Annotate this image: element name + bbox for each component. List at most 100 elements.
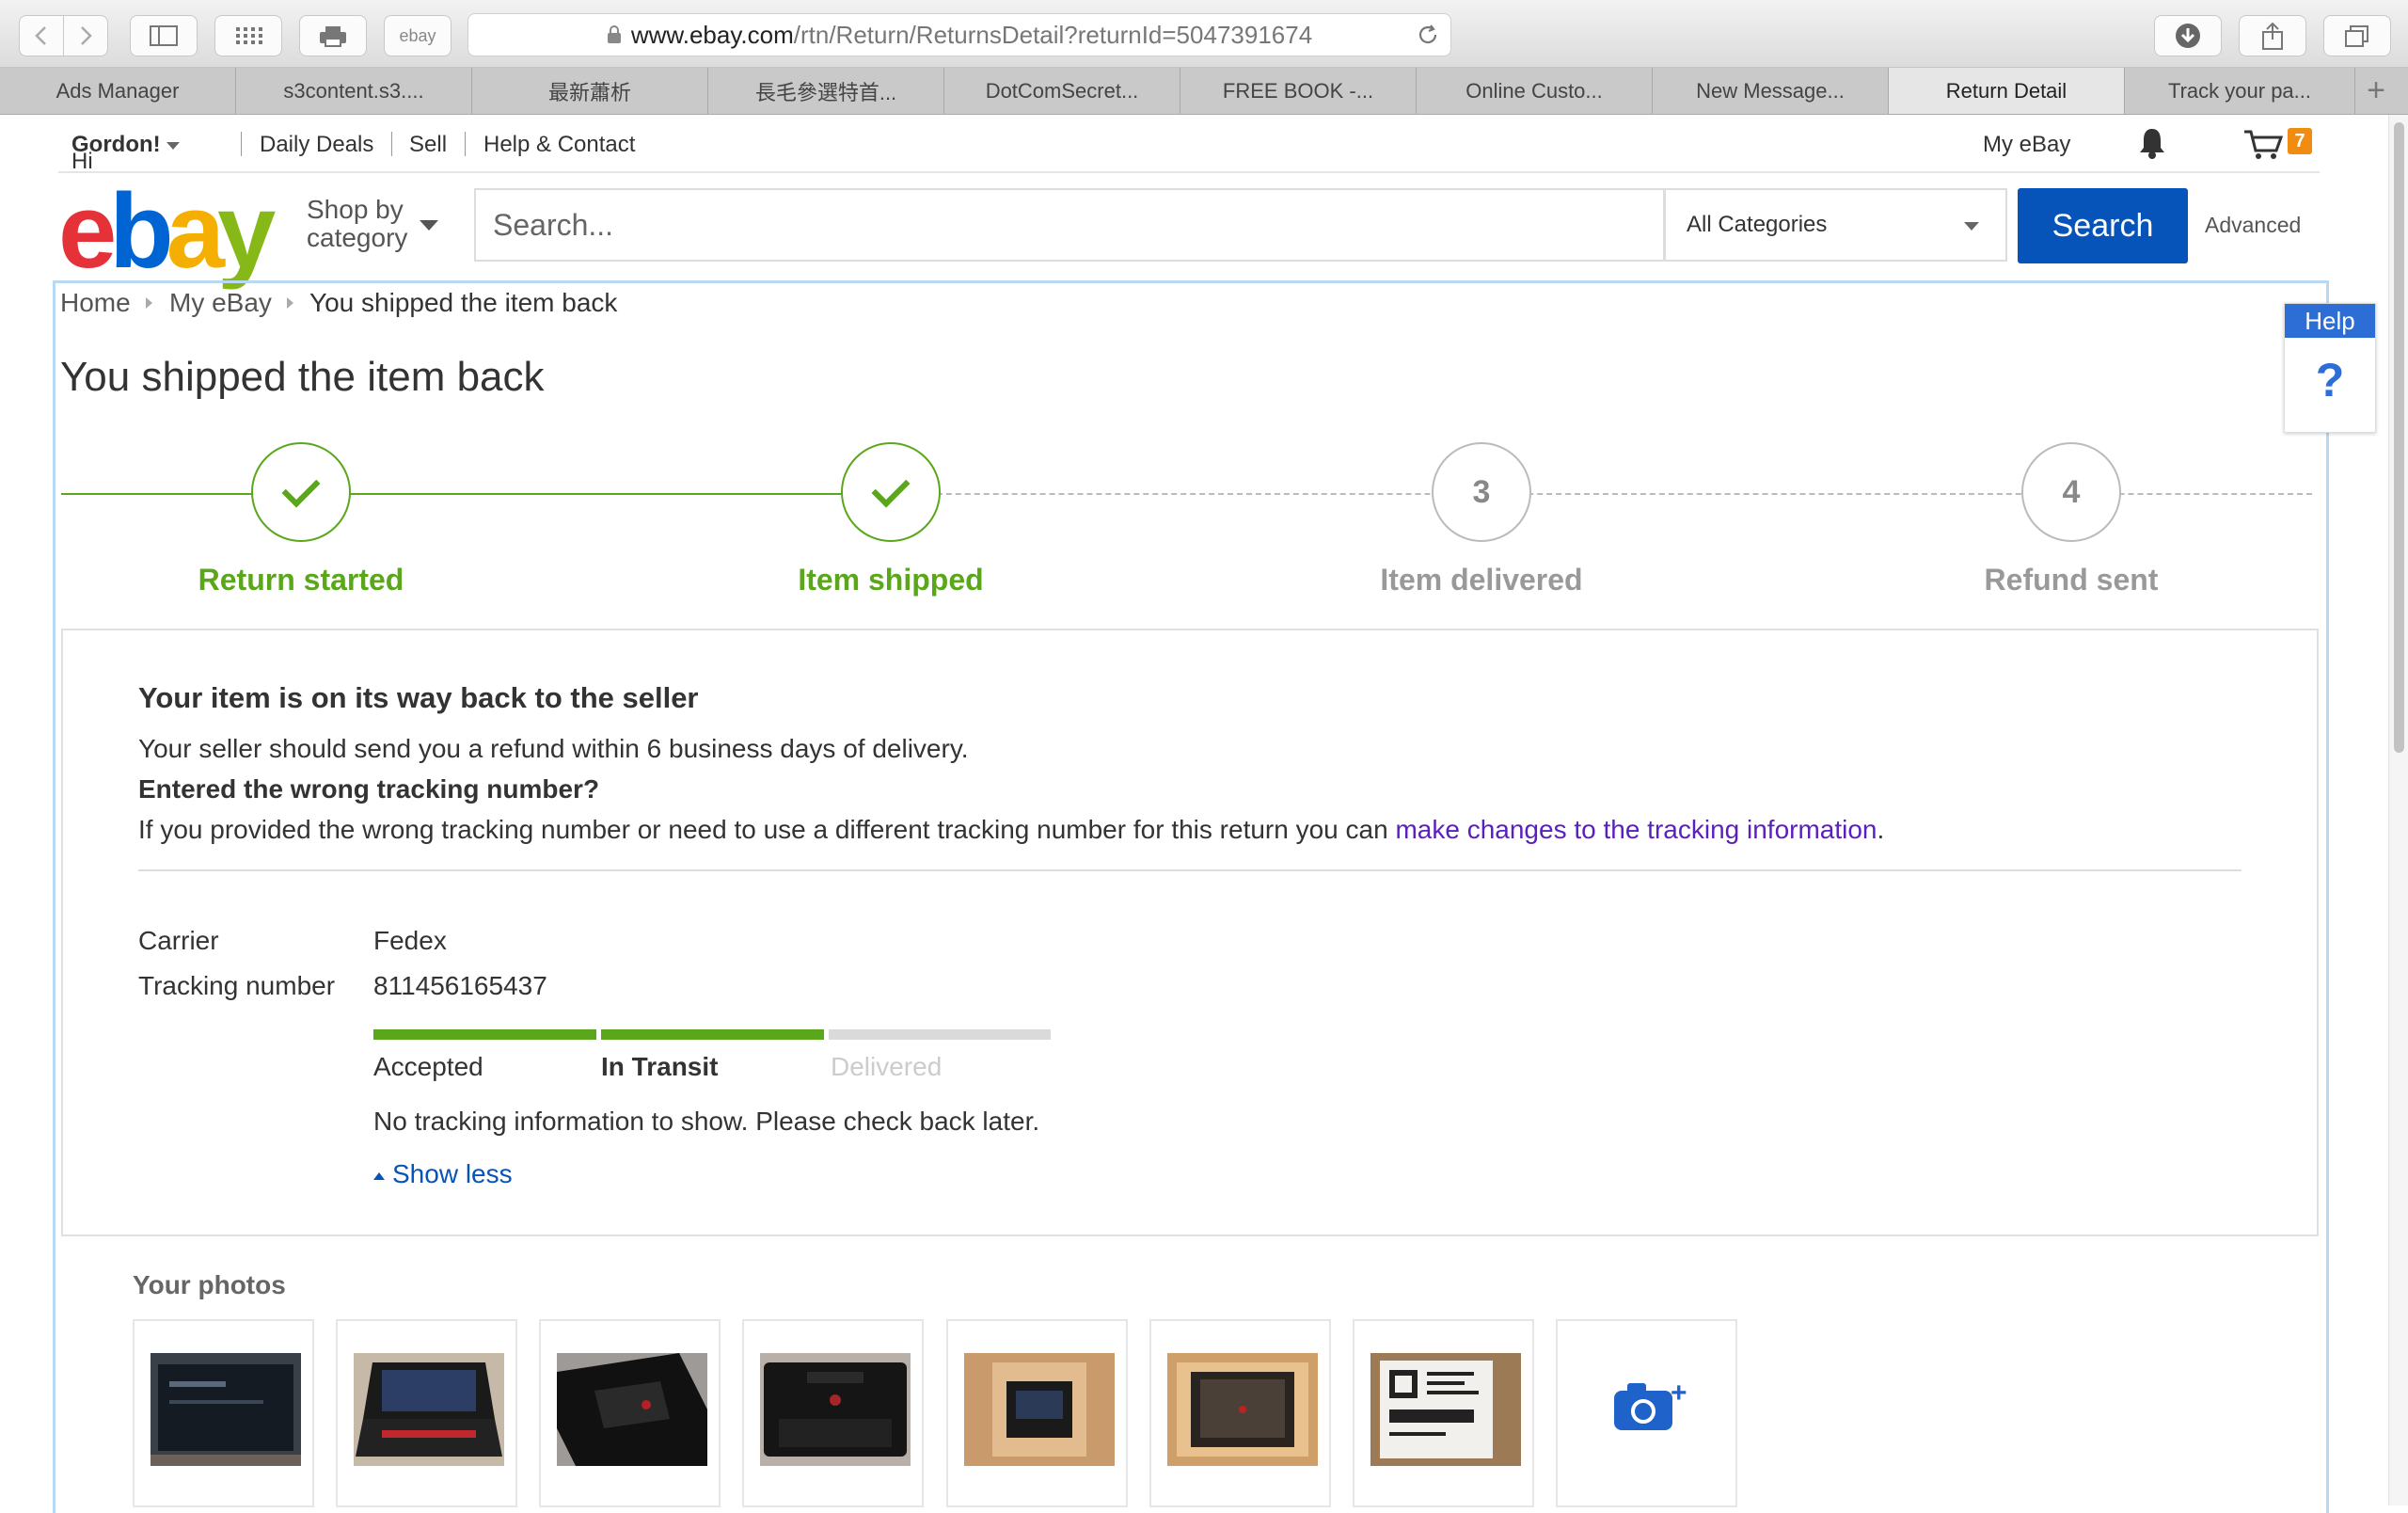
refund-note: Your seller should send you a refund wit… (138, 734, 969, 763)
tracking-value: 811456165437 (373, 971, 547, 1000)
photo-thumbnail (964, 1353, 1115, 1466)
new-tab-button[interactable]: + (2355, 68, 2397, 114)
grid-icon (236, 27, 262, 44)
shop-by-category-button[interactable]: Shop by category (307, 196, 407, 252)
logo-letter: y (217, 172, 276, 290)
tab-label: FREE BOOK -... (1222, 78, 1374, 103)
carrier-value: Fedex (373, 926, 447, 955)
no-tracking-info: No tracking information to show. Please … (373, 1107, 1040, 1136)
logo-letter: a (166, 172, 225, 290)
tab-election[interactable]: 長毛參選特首... (708, 68, 944, 114)
daily-deals-link[interactable]: Daily Deals (260, 132, 373, 158)
checkmark-icon (281, 469, 321, 508)
search-button[interactable]: Search (2018, 188, 2188, 263)
scrollbar-thumb[interactable] (2394, 122, 2404, 753)
checkmark-icon (871, 469, 911, 508)
camera-lens (1631, 1399, 1656, 1424)
chevron-left-icon (35, 26, 46, 45)
tab-label: 最新蕭析 (547, 80, 631, 104)
ebay-bookmark-button[interactable]: ebay (384, 15, 452, 56)
tab-online-customer[interactable]: Online Custo... (1417, 68, 1653, 114)
category-label: category (307, 223, 408, 252)
url-host: www.ebay.com (630, 20, 794, 49)
tab-label: DotComSecret... (985, 78, 1139, 103)
step-4-label: Refund sent (1984, 563, 2159, 597)
step-2-circle (841, 442, 941, 542)
progress-line-complete (61, 493, 909, 495)
edit-tracking-link[interactable]: make changes to the tracking information (1395, 815, 1877, 844)
sidebar-toggle-button[interactable] (130, 15, 198, 56)
reload-icon[interactable] (1417, 24, 1439, 46)
camera-top (1627, 1383, 1646, 1393)
page-title: You shipped the item back (60, 354, 545, 400)
cart-icon[interactable] (2242, 128, 2284, 160)
address-bar[interactable]: www.ebay.com/rtn/Return/ReturnsDetail?re… (467, 13, 1451, 56)
search-input[interactable]: Search... (474, 188, 1665, 262)
advanced-search-link[interactable]: Advanced (2205, 213, 2301, 238)
breadcrumb-separator-icon (287, 297, 293, 309)
wrong-tracking-body: If you provided the wrong tracking numbe… (138, 815, 1396, 844)
page-scrollbar[interactable] (2388, 115, 2408, 1505)
tracking-label: Tracking number (138, 971, 336, 1000)
tab-return-detail[interactable]: Return Detail (1889, 68, 2125, 114)
sidebar-icon (150, 25, 178, 46)
step-4-circle: 4 (2021, 442, 2121, 542)
photo-thumbnail (1167, 1353, 1318, 1466)
tab-free-book[interactable]: FREE BOOK -... (1180, 68, 1417, 114)
tab-dotcomsecrets[interactable]: DotComSecret... (944, 68, 1180, 114)
category-select[interactable]: All Categories (1665, 188, 2007, 262)
step-2-label: Item shipped (798, 563, 984, 597)
tracking-stage-accepted: Accepted (373, 1052, 483, 1081)
share-icon (2262, 22, 2283, 50)
downloads-button[interactable] (2154, 15, 2222, 56)
tab-new-message[interactable]: New Message... (1653, 68, 1889, 114)
tab-overview-button[interactable] (2323, 15, 2391, 56)
print-button[interactable] (299, 15, 367, 56)
user-greeting[interactable]: Hi Gordon! (71, 132, 181, 174)
nav-separator (391, 132, 392, 156)
status-heading: Your item is on its way back to the sell… (138, 681, 699, 714)
my-ebay-link[interactable]: My eBay (1983, 132, 2070, 158)
nav-separator (241, 132, 242, 156)
tab-label: Return Detail (1945, 78, 2067, 103)
help-contact-link[interactable]: Help & Contact (483, 132, 635, 158)
tab-s3content[interactable]: s3content.s3.... (236, 68, 472, 114)
ebay-top-nav: Hi Gordon! Daily Deals Sell Help & Conta… (0, 115, 2387, 174)
tab-label: s3content.s3.... (283, 78, 424, 103)
breadcrumb-home[interactable]: Home (60, 288, 131, 318)
photo-thumbnail (354, 1353, 504, 1466)
forward-button[interactable] (63, 15, 108, 56)
breadcrumb-my-ebay[interactable]: My eBay (169, 288, 272, 318)
ebay-logo[interactable]: ebay (58, 179, 276, 284)
tab-track-package[interactable]: Track your pa... (2125, 68, 2355, 114)
wrong-tracking-text: If you provided the wrong tracking numbe… (138, 815, 1884, 845)
download-icon (2176, 24, 2200, 48)
tracking-bar-accepted (373, 1029, 596, 1040)
browser-toolbar: ebay www.ebay.com/rtn/Return/ReturnsDeta… (0, 0, 2408, 68)
back-button[interactable] (19, 15, 64, 56)
show-less-link[interactable]: Show less (373, 1159, 513, 1189)
category-selected: All Categories (1687, 212, 1828, 237)
greeting-suffix: ! (152, 132, 161, 157)
chevron-down-icon (1964, 222, 1979, 231)
shop-by-label: Shop by (307, 195, 404, 224)
tab-news[interactable]: 最新蕭析 (472, 68, 708, 114)
help-widget[interactable]: Help ? (2284, 303, 2376, 433)
tab-bar: Ads Manager s3content.s3.... 最新蕭析 長毛參選特首… (0, 68, 2408, 115)
tab-label: Track your pa... (2167, 78, 2311, 103)
lock-icon (607, 25, 621, 43)
tabs-icon (2345, 25, 2368, 47)
question-icon: ? (2315, 354, 2345, 406)
carrier-label: Carrier (138, 926, 219, 955)
tracking-bar-delivered (829, 1029, 1051, 1040)
tab-ads-manager[interactable]: Ads Manager (0, 68, 236, 114)
sell-link[interactable]: Sell (409, 132, 447, 158)
photo-thumbnail (557, 1353, 707, 1466)
photo-thumbnail (760, 1353, 911, 1466)
share-button[interactable] (2239, 15, 2306, 56)
tracking-stage-in-transit: In Transit (601, 1052, 719, 1081)
bell-icon[interactable] (2137, 126, 2167, 160)
logo-letter: e (58, 172, 117, 290)
tab-label: 長毛參選特首... (754, 80, 897, 104)
top-sites-button[interactable] (214, 15, 282, 56)
